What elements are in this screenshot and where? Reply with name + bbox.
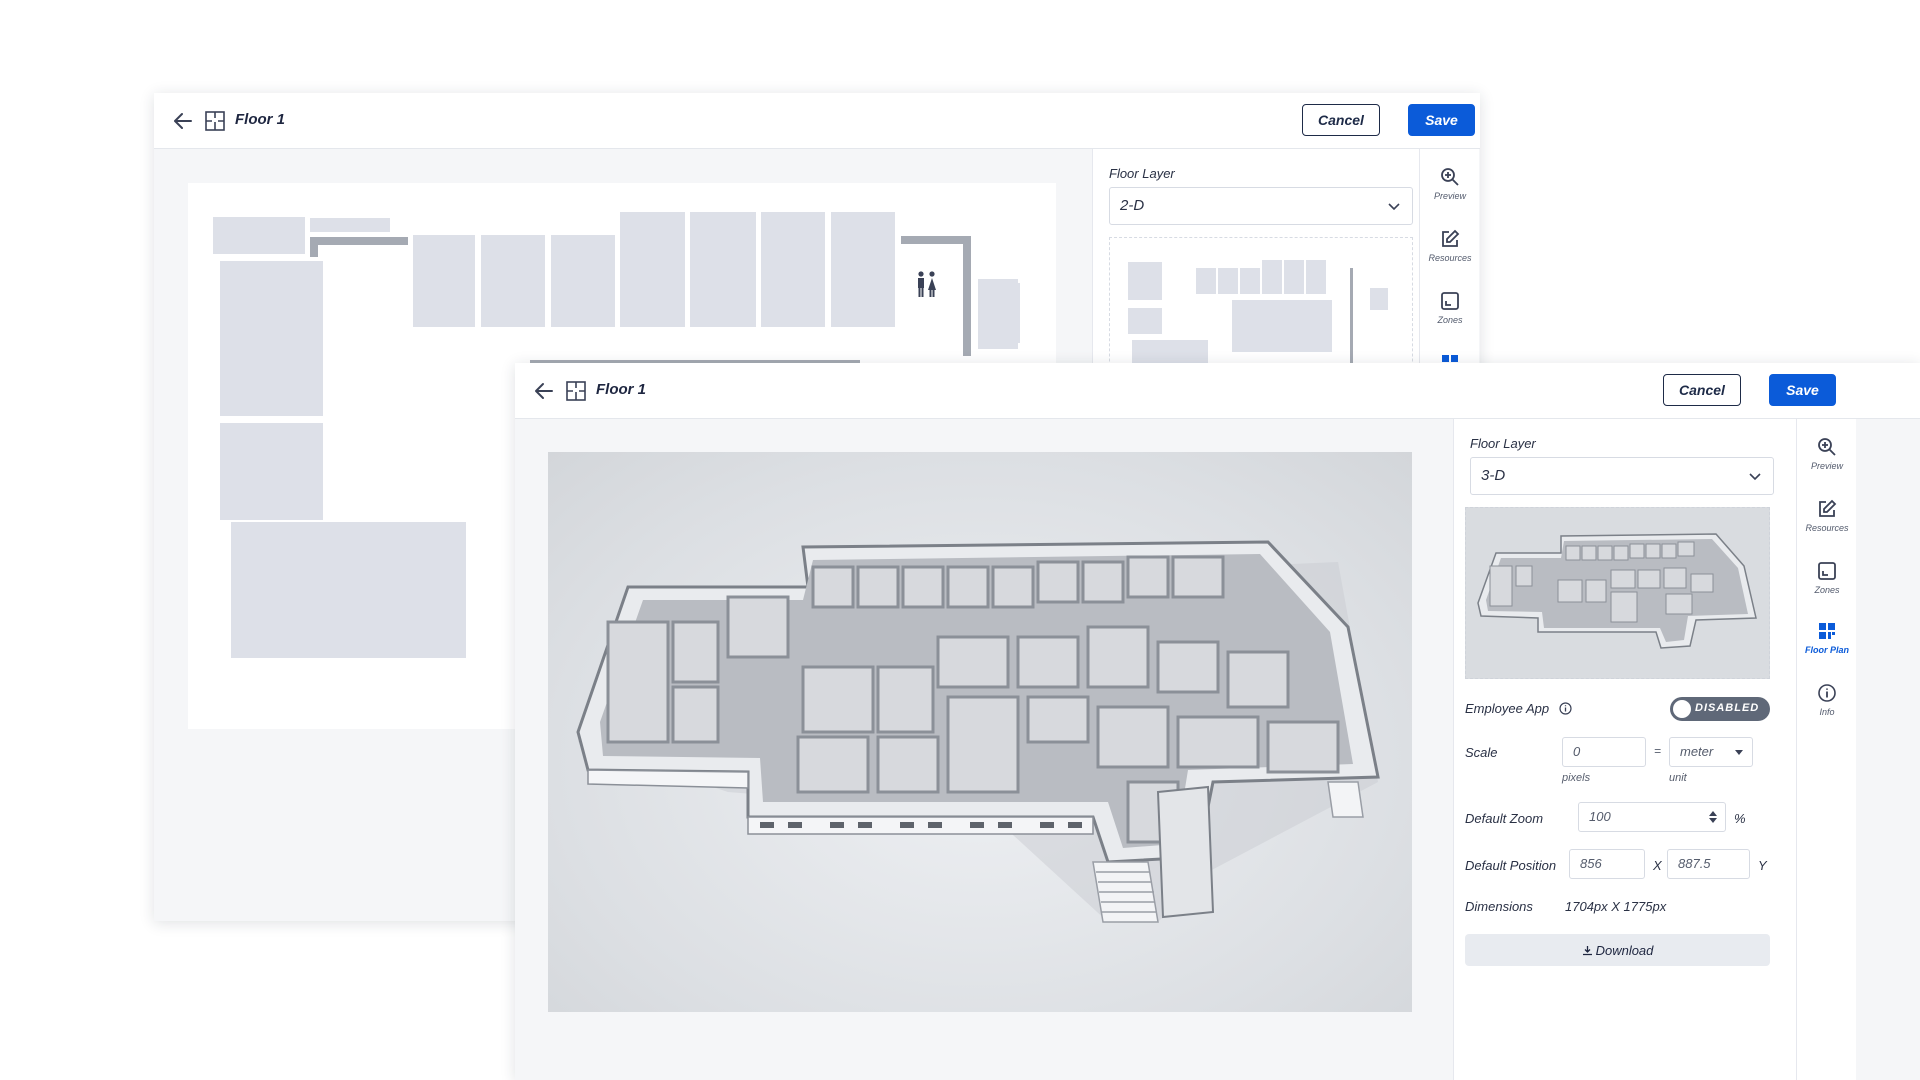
rail-label: Resources xyxy=(1428,253,1472,263)
scale-pixels-input[interactable]: 0 xyxy=(1562,737,1646,767)
rail-floor-plan[interactable]: Floor Plan xyxy=(1797,621,1857,655)
save-button[interactable]: Save xyxy=(1408,104,1475,136)
default-zoom-label: Default Zoom xyxy=(1465,811,1544,826)
default-zoom-value: 100 xyxy=(1589,809,1611,824)
floor-layer-select[interactable]: 3-D xyxy=(1470,457,1774,495)
rail-info[interactable]: Info xyxy=(1797,683,1857,717)
caret-down-icon xyxy=(1735,750,1743,755)
toggle-state-label: DISABLED xyxy=(1695,702,1760,714)
rail-label: Info xyxy=(1819,707,1835,717)
scale-label: Scale xyxy=(1465,745,1498,760)
page-title: Floor 1 xyxy=(596,381,647,398)
scale-unit-select[interactable]: meter xyxy=(1669,737,1753,767)
floor-thumbnail-3d xyxy=(1465,507,1770,679)
rail-preview[interactable]: Preview xyxy=(1797,437,1857,471)
rail-label: Preview xyxy=(1810,461,1843,471)
zones-icon xyxy=(1441,292,1459,310)
floor-layer-label: Floor Layer xyxy=(1470,436,1536,451)
floor-layer-value: 2-D xyxy=(1120,197,1145,214)
scale-unit-caption: unit xyxy=(1669,772,1687,784)
rail-label: Floor Plan xyxy=(1804,645,1849,655)
floor-layer-value: 3-D xyxy=(1481,467,1506,484)
default-zoom-unit: % xyxy=(1734,811,1746,826)
position-y-label: Y xyxy=(1758,858,1767,873)
cancel-button[interactable]: Cancel xyxy=(1302,104,1380,136)
zoom-in-icon xyxy=(1818,438,1836,456)
floor-layer-label: Floor Layer xyxy=(1109,166,1175,181)
floor-plan-icon xyxy=(566,381,586,401)
rail-resources[interactable]: Resources xyxy=(1420,229,1480,263)
building-3d-image xyxy=(576,540,1380,923)
settings-panel: Floor Layer 3-D Employee App DISABLED Sc… xyxy=(1453,419,1796,1080)
floor-layer-select[interactable]: 2-D xyxy=(1109,187,1413,225)
download-icon xyxy=(1582,945,1592,955)
building-thumbnail-image xyxy=(1477,533,1757,649)
dimensions-value: 1704px X 1775px xyxy=(1565,899,1667,914)
save-button[interactable]: Save xyxy=(1769,374,1836,406)
floor-editor-window-3d: Floor 1 Cancel Save Floor Layer 3-D Empl… xyxy=(515,363,1920,1080)
rail-label: Resources xyxy=(1805,523,1849,533)
editor-header: Floor 1 Cancel Save xyxy=(154,93,1480,149)
rail-resources[interactable]: Resources xyxy=(1797,499,1857,533)
info-icon[interactable] xyxy=(1559,702,1572,715)
position-x-input[interactable]: 856 xyxy=(1569,849,1645,879)
scale-unit-value: meter xyxy=(1680,744,1714,759)
restroom-icon xyxy=(918,271,936,297)
floor-plan-icon xyxy=(205,111,225,131)
floor-plan-icon xyxy=(1819,623,1835,639)
rail-zones[interactable]: Zones xyxy=(1797,561,1857,595)
back-arrow-icon[interactable] xyxy=(172,110,194,132)
edit-icon xyxy=(1442,229,1460,247)
download-button[interactable]: Download xyxy=(1465,934,1770,966)
stepper-icon[interactable] xyxy=(1709,811,1717,823)
page-title: Floor 1 xyxy=(235,111,286,128)
default-zoom-input[interactable]: 100 xyxy=(1578,802,1726,832)
default-position-label: Default Position xyxy=(1465,858,1557,873)
chevron-down-icon xyxy=(1749,473,1761,481)
employee-app-toggle[interactable]: DISABLED xyxy=(1670,697,1770,721)
zones-icon xyxy=(1818,562,1836,580)
back-arrow-icon[interactable] xyxy=(533,380,555,402)
scale-equals: = xyxy=(1654,744,1662,758)
edit-icon xyxy=(1819,499,1837,517)
position-y-input[interactable]: 887.5 xyxy=(1667,849,1750,879)
rail-zones[interactable]: Zones xyxy=(1420,291,1480,325)
floor-plan-3d-render xyxy=(548,452,1412,1012)
rail-preview[interactable]: Preview xyxy=(1420,167,1480,201)
cancel-button[interactable]: Cancel xyxy=(1663,374,1741,406)
info-icon xyxy=(1818,684,1836,702)
editor-header: Floor 1 Cancel Save xyxy=(515,363,1920,419)
employee-app-label: Employee App xyxy=(1465,701,1550,716)
scale-pixels-caption: pixels xyxy=(1562,772,1591,784)
rail-label: Preview xyxy=(1433,191,1466,201)
side-rail: Preview Resources Zones Floor Plan Info xyxy=(1796,419,1856,1080)
download-label: Download xyxy=(1595,942,1654,958)
dimensions-label: Dimensions xyxy=(1465,899,1533,914)
floor-canvas[interactable] xyxy=(515,419,1453,1080)
chevron-down-icon xyxy=(1388,203,1400,211)
rail-label: Zones xyxy=(1814,585,1840,595)
rail-label: Zones xyxy=(1437,315,1463,325)
position-x-label: X xyxy=(1653,858,1662,873)
zoom-in-icon xyxy=(1441,168,1459,186)
toggle-knob xyxy=(1673,700,1691,718)
